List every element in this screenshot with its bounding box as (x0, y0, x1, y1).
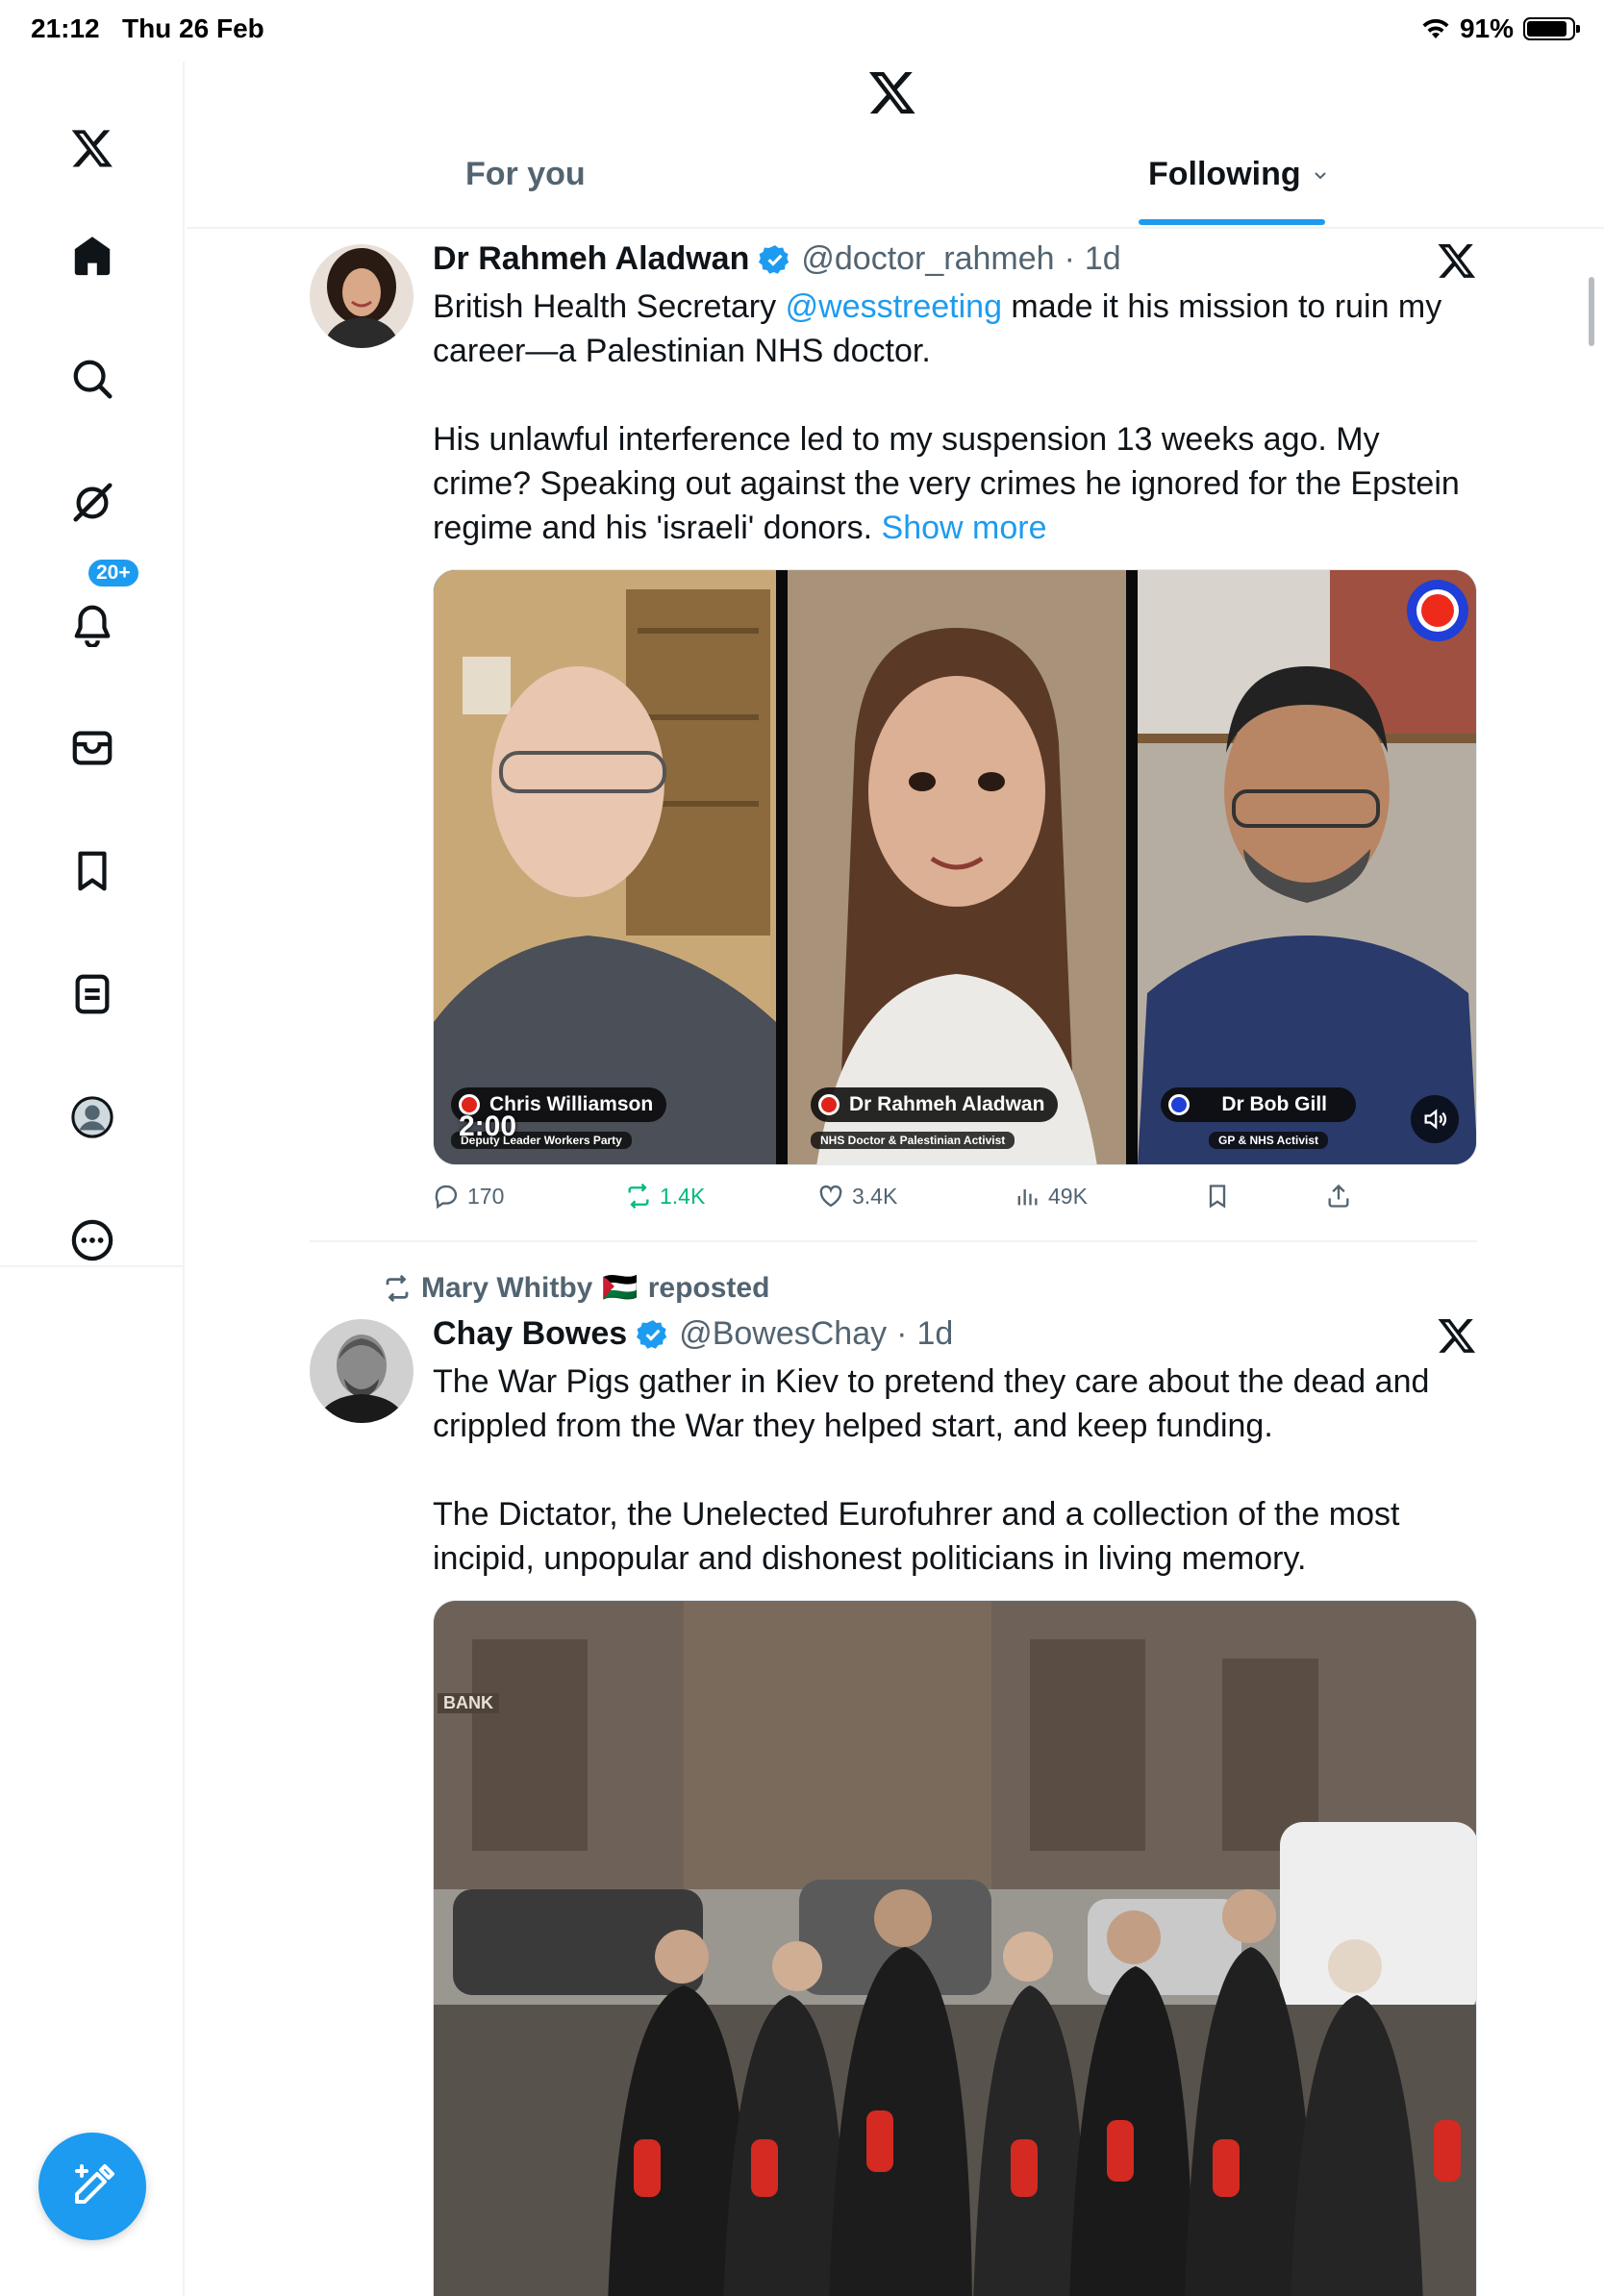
verified-badge-icon (637, 1319, 667, 1349)
post-1[interactable]: Dr Rahmeh Aladwan @doctor_rahmeh · 1d Br… (310, 240, 1477, 1231)
video-panel-1: Chris Williamson Deputy Leader Workers P… (434, 570, 776, 1164)
mention-link[interactable]: @wesstreeting (786, 288, 1002, 325)
status-right: 91% (1421, 13, 1580, 44)
search-icon[interactable] (54, 340, 131, 417)
speaker-subtitle: GP & NHS Activist (1209, 1132, 1329, 1149)
speaker-name: Dr Rahmeh Aladwan (849, 1093, 1045, 1115)
speaker-subtitle: NHS Doctor & Palestinian Activist (811, 1132, 1015, 1149)
x-logo-icon[interactable] (54, 110, 131, 187)
x-logo-header-icon (868, 71, 915, 114)
chevron-down-icon (1314, 171, 1326, 179)
speaker-name: Dr Bob Gill (1221, 1093, 1328, 1115)
reply-icon (435, 1185, 458, 1210)
status-date: Thu 26 Feb (121, 13, 264, 43)
notifications-icon[interactable] (54, 586, 131, 663)
lists-icon[interactable] (54, 956, 131, 1033)
video-speaker-label: Dr Bob Gill (1161, 1087, 1357, 1122)
post-text: British Health Secretary @wesstreeting m… (433, 285, 1471, 550)
active-tab-indicator (1139, 219, 1325, 225)
x-logo-icon (1438, 244, 1476, 278)
repost-button[interactable]: 1.4K (625, 1183, 705, 1210)
flag-emoji: 🇵🇸 (602, 1272, 639, 1304)
home-icon[interactable] (54, 217, 131, 294)
profile-icon[interactable] (54, 1079, 131, 1156)
like-count: 3.4K (852, 1183, 898, 1209)
post-text-part: The Dictator, the Unelected Eurofuhrer a… (433, 1496, 1400, 1577)
bookmarks-icon[interactable] (54, 833, 131, 910)
reply-button[interactable]: 170 (433, 1183, 504, 1210)
battery-icon (1523, 17, 1580, 40)
compose-icon (75, 2164, 114, 2204)
separator-dot: · (1064, 240, 1075, 277)
video-duration: 2:00 (459, 1111, 517, 1142)
tab-for-you[interactable]: For you (465, 156, 586, 193)
heart-icon (819, 1185, 842, 1208)
post-actions: 170 1.4K 3.4K 49K (433, 1183, 1477, 1225)
author-name[interactable]: Dr Rahmeh Aladwan (433, 240, 749, 278)
more-icon[interactable] (54, 1202, 131, 1279)
repost-label: reposted (647, 1271, 770, 1304)
post-divider (310, 1240, 1477, 1242)
volume-button[interactable] (1411, 1095, 1459, 1143)
bookmark-button[interactable] (1204, 1183, 1231, 1210)
share-icon (1328, 1184, 1349, 1208)
analytics-icon (1017, 1189, 1038, 1206)
bookmark-icon (1209, 1185, 1226, 1209)
speaker-icon (1424, 1109, 1447, 1130)
sidebar-divider (0, 1265, 185, 1267)
status-time-value: 21:12 (31, 13, 100, 43)
video-panel-3: Dr Bob Gill GP & NHS Activist (1138, 570, 1476, 1164)
post-age[interactable]: 1d (1085, 240, 1121, 278)
tab-following[interactable]: Following (1148, 156, 1328, 193)
video-panel-2: Dr Rahmeh Aladwan NHS Doctor & Palestini… (788, 570, 1126, 1164)
post-header: Chay Bowes @BowesChay · 1d (433, 1315, 953, 1353)
status-time: 21:12 Thu 26 Feb (31, 13, 264, 44)
post-text-part: The War Pigs gather in Kiev to pretend t… (433, 1363, 1430, 1444)
x-logo-icon (1438, 1319, 1476, 1353)
sidebar: 20+ (0, 62, 185, 2296)
verified-badge-icon (759, 244, 789, 274)
post-text: The War Pigs gather in Kiev to pretend t… (433, 1360, 1471, 1581)
tab-following-label: Following (1148, 156, 1301, 192)
timeline-header: For you Following (187, 62, 1604, 229)
show-more-link[interactable]: Show more (882, 510, 1047, 546)
wifi-icon (1422, 18, 1449, 38)
repost-count: 1.4K (660, 1183, 706, 1209)
reposter-name[interactable]: Mary Whitby (421, 1272, 592, 1305)
author-name[interactable]: Chay Bowes (433, 1315, 627, 1353)
grok-icon[interactable] (54, 463, 131, 540)
view-count: 49K (1048, 1183, 1088, 1209)
video-player[interactable]: Chris Williamson Deputy Leader Workers P… (433, 569, 1477, 1165)
repost-icon (628, 1183, 649, 1210)
post-header: Dr Rahmeh Aladwan @doctor_rahmeh · 1d (433, 240, 1121, 278)
author-handle[interactable]: @BowesChay (679, 1315, 887, 1353)
post-image[interactable]: BANK (433, 1600, 1477, 2296)
repost-indicator[interactable]: Mary Whitby 🇵🇸 reposted (383, 1271, 769, 1305)
image-sign-text: BANK (438, 1693, 499, 1713)
repost-icon (386, 1274, 409, 1302)
share-button[interactable] (1325, 1183, 1352, 1210)
post-2[interactable]: Chay Bowes @BowesChay · 1d The War Pigs … (310, 1315, 1477, 2296)
separator-dot: · (896, 1315, 908, 1352)
notification-badge: 20+ (87, 558, 140, 588)
avatar[interactable] (310, 1319, 414, 1423)
post-text-part: British Health Secretary (433, 288, 786, 325)
views-button[interactable]: 49K (1014, 1183, 1088, 1210)
author-handle[interactable]: @doctor_rahmeh (801, 240, 1054, 278)
avatar[interactable] (310, 244, 414, 348)
gear-icon (1401, 574, 1474, 647)
battery-percent: 91% (1459, 13, 1514, 43)
scrollbar[interactable] (1589, 277, 1594, 346)
compose-button[interactable] (38, 2133, 146, 2240)
post-age[interactable]: 1d (916, 1315, 953, 1353)
messages-icon[interactable] (54, 710, 131, 786)
like-button[interactable]: 3.4K (817, 1183, 897, 1210)
reply-count: 170 (467, 1183, 505, 1209)
video-speaker-label: Dr Rahmeh Aladwan (811, 1087, 1059, 1122)
status-bar: 21:12 Thu 26 Feb 91% (0, 0, 1604, 62)
